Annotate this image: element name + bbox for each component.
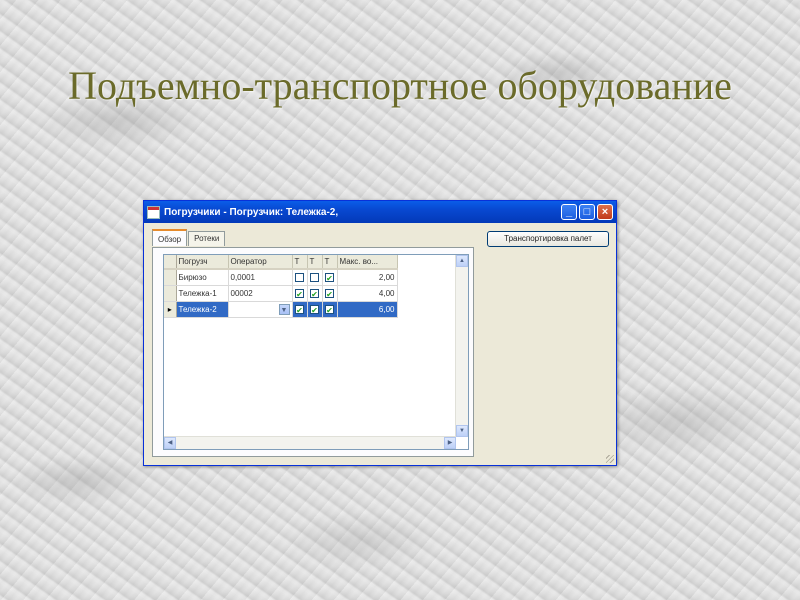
grid-table: Погрузч Оператор Т Т Т Макс. во... Бирюз…	[164, 255, 398, 318]
checkbox[interactable]: ✔	[325, 273, 334, 283]
maximize-button[interactable]: □	[579, 204, 595, 220]
column-header[interactable]: Т	[322, 255, 338, 270]
close-button[interactable]: ×	[597, 204, 613, 220]
horizontal-scrollbar[interactable]: ◀ ▶	[164, 436, 456, 449]
window-title: Погрузчики - Погрузчик: Тележка-2,	[164, 206, 339, 218]
dropdown-icon[interactable]: ▼	[278, 304, 290, 315]
checkbox[interactable]: ✔	[295, 305, 304, 315]
table-row-selected[interactable]: ▸ Тележка-2 ▼ ✔ ✔ ✔ 6,00	[164, 301, 398, 318]
row-indicator[interactable]: ▸	[164, 301, 177, 318]
column-header[interactable]: Погрузч	[176, 255, 229, 270]
scroll-down-icon[interactable]: ▼	[456, 425, 468, 437]
vertical-scrollbar[interactable]: ▲ ▼	[455, 255, 468, 437]
cell-name[interactable]: Тележка-2	[176, 301, 229, 318]
tab-panel: Погрузч Оператор Т Т Т Макс. во... Бирюз…	[152, 247, 474, 457]
checkbox[interactable]: ✔	[325, 289, 334, 299]
pallet-transport-button[interactable]: Транспортировка палет	[487, 231, 609, 247]
checkbox[interactable]: ✔	[325, 305, 334, 315]
row-indicator[interactable]	[164, 269, 177, 286]
row-indicator-header	[164, 255, 177, 270]
checkbox[interactable]: ✔	[295, 289, 304, 299]
column-header[interactable]: Т	[292, 255, 308, 270]
row-indicator[interactable]	[164, 285, 177, 302]
cell-name[interactable]: Бирюзо	[176, 269, 229, 286]
cell-max[interactable]: 6,00	[337, 301, 398, 318]
cell-max[interactable]: 2,00	[337, 269, 398, 286]
cell-name[interactable]: Тележка-1	[176, 285, 229, 302]
app-window: Погрузчики - Погрузчик: Тележка-2, _ □ ×…	[143, 200, 617, 466]
cell-operator[interactable]: 00002	[228, 285, 293, 302]
cell-operator[interactable]: 0,0001	[228, 269, 293, 286]
tab-overview[interactable]: Обзор	[152, 229, 188, 246]
checkbox[interactable]	[295, 273, 304, 283]
cell-operator-editor[interactable]: ▼	[228, 301, 293, 318]
minimize-button[interactable]: _	[561, 204, 577, 220]
table-row[interactable]: Тележка-1 00002 ✔ ✔ ✔ 4,00	[164, 285, 398, 302]
cell-max[interactable]: 4,00	[337, 285, 398, 302]
slide-title: Подъемно-транспортное оборудование	[68, 63, 732, 108]
tab-second[interactable]: Ротеки	[188, 231, 226, 246]
resize-grip[interactable]	[606, 455, 614, 463]
column-header[interactable]: Т	[307, 255, 323, 270]
column-header[interactable]: Оператор	[228, 255, 293, 270]
table-row[interactable]: Бирюзо 0,0001 ✔ 2,00	[164, 269, 398, 286]
app-icon	[147, 205, 160, 219]
tab-strip: Обзор Ротеки	[152, 229, 226, 246]
checkbox[interactable]: ✔	[310, 305, 319, 315]
scroll-right-icon[interactable]: ▶	[444, 437, 456, 449]
checkbox[interactable]	[310, 273, 319, 283]
scroll-up-icon[interactable]: ▲	[456, 255, 468, 267]
data-grid: Погрузч Оператор Т Т Т Макс. во... Бирюз…	[163, 254, 469, 450]
column-header[interactable]: Макс. во...	[337, 255, 398, 270]
scroll-left-icon[interactable]: ◀	[164, 437, 176, 449]
grid-header-row: Погрузч Оператор Т Т Т Макс. во...	[164, 255, 398, 270]
window-titlebar[interactable]: Погрузчики - Погрузчик: Тележка-2, _ □ ×	[144, 201, 616, 223]
checkbox[interactable]: ✔	[310, 289, 319, 299]
